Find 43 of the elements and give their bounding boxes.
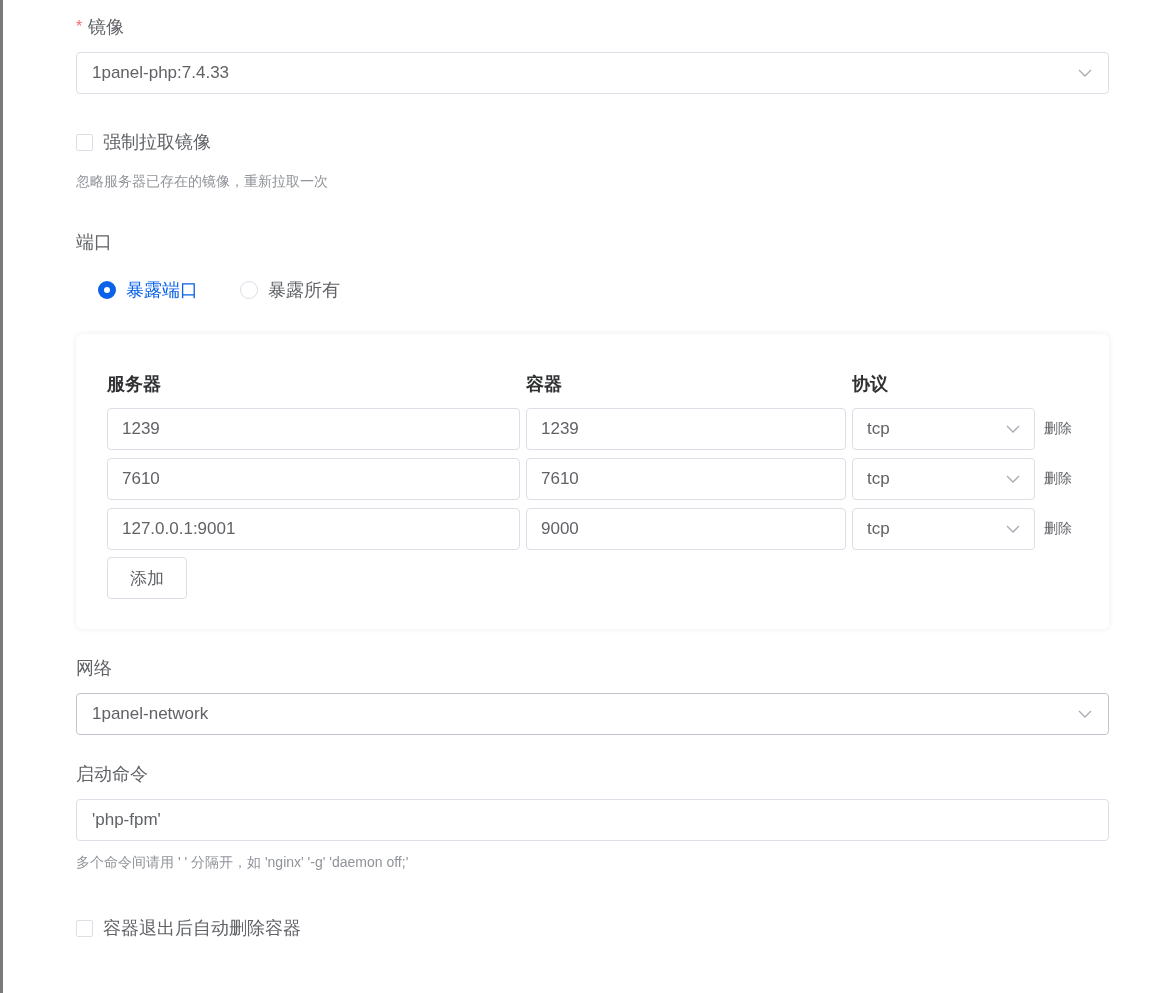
chevron-down-icon — [1078, 69, 1092, 77]
server-port-field[interactable]: 7610 — [107, 458, 520, 500]
hint-text: 多个命令间请用 ' ' 分隔开，如 'nginx' '-g' 'daemon off;' — [76, 854, 410, 872]
checkbox-label: 强制拉取镜像 — [103, 131, 211, 154]
select-value: tcp — [867, 519, 890, 539]
chevron-down-icon — [1006, 525, 1020, 533]
field-label: 端口 — [76, 231, 113, 254]
checkbox[interactable] — [76, 133, 93, 151]
required-mark: * — [76, 18, 83, 36]
field-label: 启动命令 — [76, 763, 149, 786]
server-port-field[interactable]: 1239 — [107, 408, 520, 450]
container-port-field[interactable]: 9000 — [526, 508, 846, 550]
column-header: 协议 — [852, 373, 889, 396]
radio-button[interactable] — [98, 281, 116, 299]
select-value: 1panel-network — [92, 704, 209, 724]
select-value: tcp — [867, 419, 890, 439]
protocol-select[interactable]: tcp — [852, 508, 1035, 550]
command-field[interactable]: 'php-fpm' — [76, 799, 1109, 841]
network-select[interactable]: 1panel-network — [76, 693, 1109, 735]
chevron-down-icon — [1006, 425, 1020, 433]
field-label: 网络 — [76, 657, 113, 680]
container-port-field[interactable]: 1239 — [526, 408, 846, 450]
protocol-select[interactable]: tcp — [852, 458, 1035, 500]
delete-link[interactable]: 删除 — [1041, 520, 1072, 538]
delete-link[interactable]: 删除 — [1041, 470, 1072, 488]
select-value: 1panel-php:7.4.33 — [92, 63, 230, 83]
radio-label: 暴露端口 — [126, 279, 198, 302]
select-value: tcp — [867, 469, 890, 489]
hint-text: 忽略服务器已存在的镜像，重新拉取一次 — [76, 173, 329, 191]
field-label: 镜像 — [88, 16, 125, 39]
container-port-field[interactable]: 7610 — [526, 458, 846, 500]
add-button[interactable]: 添加 — [107, 557, 187, 599]
column-header: 容器 — [526, 373, 563, 396]
chevron-down-icon — [1006, 475, 1020, 483]
column-header: 服务器 — [107, 373, 162, 396]
image-select[interactable]: 1panel-php:7.4.33 — [76, 52, 1109, 94]
delete-link[interactable]: 删除 — [1041, 420, 1072, 438]
server-port-field[interactable]: 127.0.0.1:9001 — [107, 508, 520, 550]
radio-label: 暴露所有 — [268, 279, 340, 302]
checkbox-label: 容器退出后自动删除容器 — [103, 917, 301, 940]
checkbox[interactable] — [76, 919, 93, 937]
chevron-down-icon — [1078, 710, 1092, 718]
protocol-select[interactable]: tcp — [852, 408, 1035, 450]
